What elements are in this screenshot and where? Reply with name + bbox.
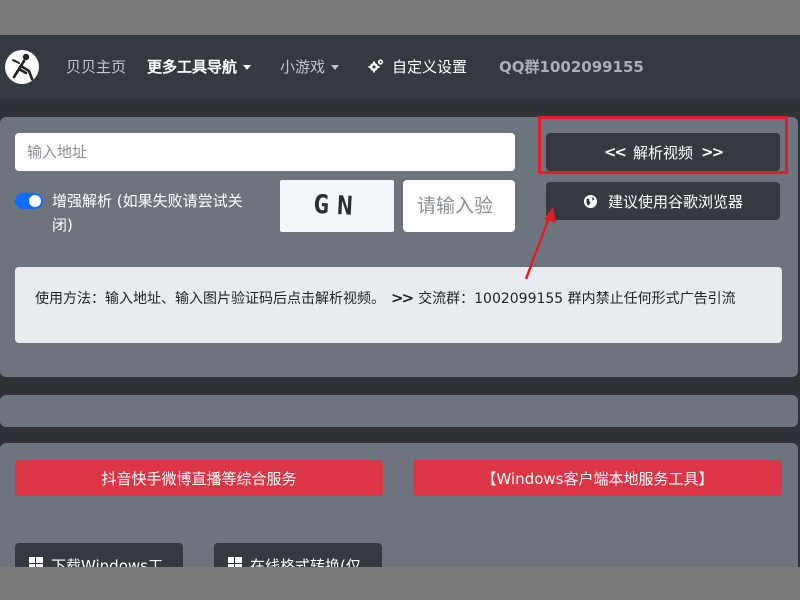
windows-icon: [29, 557, 43, 567]
logo-icon[interactable]: [4, 49, 40, 85]
double-chevron-right-icon: >>: [391, 289, 414, 307]
download-windows-button[interactable]: 下载Windows工: [15, 543, 183, 567]
enhanced-parse-label: 增强解析 (如果失败请尝试关闭): [52, 192, 243, 234]
use-chrome-button[interactable]: 建议使用谷歌浏览器: [546, 182, 780, 220]
caret-down-icon: [243, 65, 252, 70]
enhanced-parse-toggle[interactable]: [15, 193, 43, 209]
online-convert-button[interactable]: 在线格式转换(仅: [214, 543, 382, 567]
services-panel: 抖音快手微博直播等综合服务 【Windows客户端本地服务工具】 下载Windo…: [0, 443, 798, 567]
nav-custom-settings-link[interactable]: 自定义设置: [368, 57, 467, 77]
download-windows-label: 下载Windows工: [51, 557, 163, 567]
app-frame: 贝贝主页 更多工具导航 小游戏 自定义设置 QQ群1002099155 增强解: [0, 35, 800, 567]
captcha-text: GN: [312, 189, 362, 223]
nav-home-link[interactable]: 贝贝主页: [66, 57, 126, 77]
top-navbar: 贝贝主页 更多工具导航 小游戏 自定义设置 QQ群1002099155: [0, 35, 800, 99]
url-input[interactable]: [15, 133, 515, 171]
globe-icon: [583, 194, 598, 208]
caret-down-icon: [331, 65, 340, 70]
online-convert-label: 在线格式转换(仅: [250, 557, 361, 567]
group-notice: 交流群：1002099155 群内禁止任何形式广告引流: [418, 291, 736, 307]
nav-more-tools-dropdown[interactable]: 更多工具导航: [147, 57, 252, 77]
nav-qq-group: QQ群1002099155: [499, 58, 644, 76]
captcha-image[interactable]: GN: [280, 180, 394, 232]
nav-more-tools-label: 更多工具导航: [147, 58, 238, 76]
douyin-services-button[interactable]: 抖音快手微博直播等综合服务: [15, 460, 383, 496]
usage-instructions: 使用方法：输入地址、输入图片验证码后点击解析视频。: [35, 291, 385, 307]
gear-icon: [368, 59, 384, 73]
windows-tool-button[interactable]: 【Windows客户端本地服务工具】: [413, 460, 782, 496]
nav-mini-games-label: 小游戏: [280, 58, 326, 76]
highlight-box-annotation: [538, 116, 788, 174]
windows-icon: [228, 557, 242, 567]
use-chrome-label: 建议使用谷歌浏览器: [607, 192, 743, 211]
annotation-arrow-icon: [524, 207, 556, 280]
captcha-input[interactable]: [403, 180, 515, 232]
usage-info-box: 使用方法：输入地址、输入图片验证码后点击解析视频。 >> 交流群：100209915…: [15, 267, 782, 343]
nav-mini-games-dropdown[interactable]: 小游戏: [280, 57, 340, 77]
spacer-panel: [0, 395, 798, 427]
nav-custom-settings-label: 自定义设置: [392, 58, 468, 76]
